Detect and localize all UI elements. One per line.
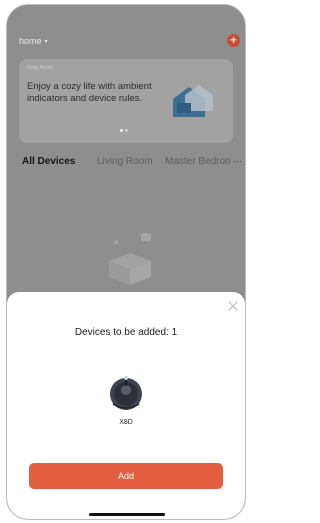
more-icon[interactable]: ···	[230, 156, 242, 167]
smart-home-illustration-icon	[173, 85, 213, 117]
cozy-home-banner[interactable]: Cozy Home Enjoy a cozy life with ambient…	[19, 59, 233, 143]
home-name: home	[19, 36, 42, 46]
tab-master-bedroom[interactable]: Master Bedroo	[165, 156, 231, 167]
device-name: X8D	[119, 419, 133, 426]
close-icon[interactable]	[227, 300, 239, 312]
home-selector[interactable]: home ▾	[19, 32, 48, 51]
robot-vacuum-icon	[110, 376, 142, 410]
add-icon[interactable]: +	[227, 34, 240, 47]
home-indicator[interactable]	[89, 513, 165, 516]
devices-to-add-title: Devices to be added: 1	[74, 327, 178, 338]
phone-screen: home ▾ + Cozy Home Enjoy a cozy life with…	[6, 4, 246, 520]
add-button[interactable]: Add	[29, 463, 223, 489]
chevron-down-icon: ▾	[44, 39, 48, 45]
carousel-dots	[119, 119, 129, 137]
room-tabs: All Devices Living Room Master Bedroo	[19, 156, 245, 172]
tab-living-room[interactable]: Living Room	[97, 156, 153, 167]
tab-all-devices[interactable]: All Devices	[22, 156, 75, 167]
empty-box-illustration-icon	[109, 233, 151, 285]
top-bar: home ▾ +	[7, 32, 245, 50]
banner-text: Enjoy a cozy life with ambient indicator…	[27, 81, 152, 104]
device-item[interactable]: X8D	[101, 374, 151, 434]
banner-tag: Cozy Home	[27, 65, 54, 71]
add-devices-sheet: Devices to be added: 1 X8D Add	[7, 292, 245, 519]
